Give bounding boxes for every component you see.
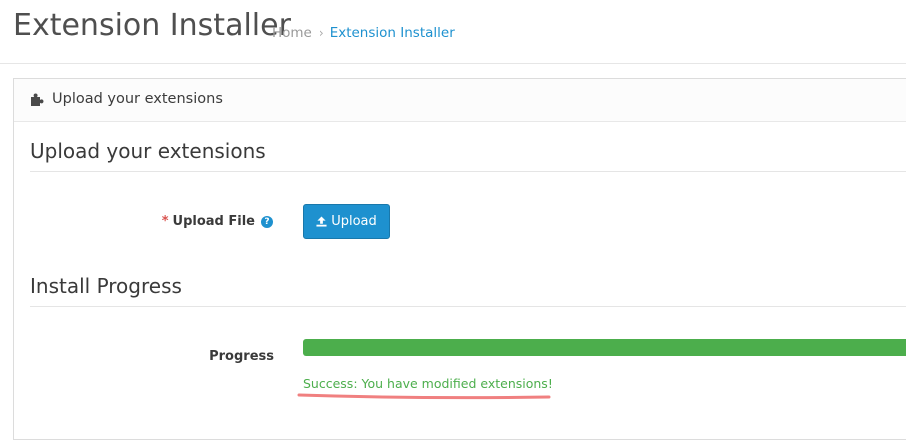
page-title: Extension Installer (13, 8, 291, 43)
progress-bar-fill (303, 339, 906, 356)
upload-file-label: * Upload File ? (162, 214, 273, 229)
breadcrumb-current-link[interactable]: Extension Installer (330, 25, 455, 41)
upload-section-legend: Upload your extensions (30, 139, 906, 172)
annotation-underline (297, 393, 551, 400)
page-header: Extension Installer Home › Extension Ins… (0, 0, 906, 64)
install-progress-legend: Install Progress (30, 274, 906, 307)
upload-file-label-text: Upload File (172, 214, 255, 229)
upload-icon (316, 216, 327, 227)
progress-bar (303, 339, 906, 356)
required-marker: * (161, 214, 169, 229)
puzzle-icon (31, 93, 44, 106)
upload-panel: Upload your extensions Upload your exten… (13, 78, 906, 440)
breadcrumb: Home › Extension Installer (272, 25, 455, 41)
breadcrumb-separator: › (318, 26, 324, 40)
upload-button[interactable]: Upload (303, 204, 390, 239)
panel-heading: Upload your extensions (14, 79, 906, 122)
upload-button-label: Upload (331, 214, 377, 229)
progress-status-text: Success: You have modified extensions! (303, 376, 553, 391)
panel-heading-title: Upload your extensions (52, 91, 223, 107)
question-circle-icon[interactable]: ? (261, 215, 273, 228)
breadcrumb-home-link[interactable]: Home (272, 25, 312, 41)
progress-label: Progress (209, 349, 274, 364)
